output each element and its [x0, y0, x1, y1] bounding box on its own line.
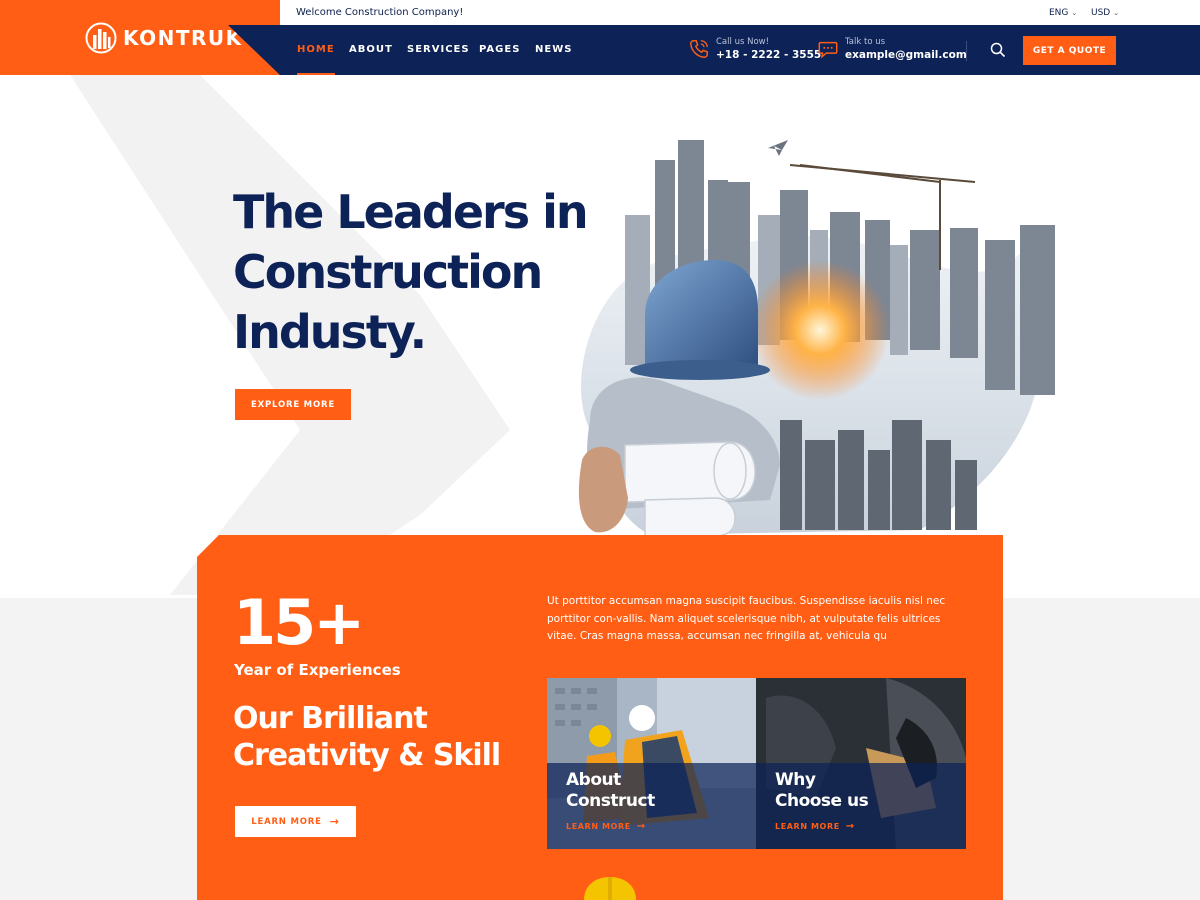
- card-learn-more-link[interactable]: LEARN MORE →: [775, 821, 855, 832]
- brand-name: KONTRUK: [123, 25, 243, 50]
- skill-title-line: Creativity & Skill: [233, 738, 501, 773]
- currency-value: USD: [1091, 7, 1111, 18]
- talk-label: Talk to us: [845, 37, 886, 47]
- card-link-label: LEARN MORE: [566, 822, 631, 831]
- call-contact[interactable]: Call us Now! +18 - 2222 - 3555: [688, 37, 821, 61]
- card-title: About Construct: [566, 770, 655, 812]
- card-title-line: Construct: [566, 791, 655, 811]
- card-link-label: LEARN MORE: [775, 822, 840, 831]
- call-number: +18 - 2222 - 3555: [716, 49, 822, 61]
- talk-contact[interactable]: Talk to us example@gmail.com: [817, 37, 967, 61]
- card-title: Why Choose us: [775, 770, 869, 812]
- language-selector[interactable]: ENG ⌄: [1049, 8, 1077, 18]
- hero-worker-city-image: [578, 140, 1055, 539]
- card-title-line: Why: [775, 770, 816, 790]
- about-construct-card[interactable]: About Construct LEARN MORE →: [547, 678, 757, 849]
- talk-email: example@gmail.com: [845, 49, 967, 61]
- nav-divider: [966, 41, 967, 61]
- language-value: ENG: [1049, 7, 1069, 18]
- card-learn-more-link[interactable]: LEARN MORE →: [566, 821, 646, 832]
- skill-title: Our Brilliant Creativity & Skill: [233, 700, 523, 774]
- skill-title-line: Our Brilliant: [233, 701, 428, 736]
- nav-news[interactable]: NEWS: [535, 25, 572, 75]
- intro-paragraph: Ut porttitor accumsan magna suscipit fau…: [547, 595, 946, 642]
- why-choose-us-card[interactable]: Why Choose us LEARN MORE →: [756, 678, 966, 849]
- search-icon[interactable]: [990, 42, 1006, 58]
- learn-more-button[interactable]: LEARN MORE →: [235, 806, 356, 837]
- get-quote-button[interactable]: GET A QUOTE: [1023, 36, 1116, 65]
- building-logo-icon: [85, 22, 117, 53]
- main-navbar: HOME ABOUT SERVICES PAGES NEWS Call us N…: [280, 25, 1200, 75]
- learn-more-label: LEARN MORE: [251, 816, 322, 827]
- explore-more-button[interactable]: EXPLORE MORE: [235, 389, 351, 420]
- topbar: Welcome Construction Company! ENG ⌄ USD ⌄: [280, 0, 1200, 25]
- chevron-down-icon: ⌄: [1113, 8, 1120, 17]
- call-label: Call us Now!: [716, 37, 770, 47]
- arrow-right-icon: →: [636, 821, 646, 832]
- nav-pages[interactable]: PAGES: [479, 25, 520, 75]
- chat-bubble-icon: [818, 41, 838, 59]
- currency-selector[interactable]: USD ⌄: [1091, 8, 1119, 18]
- logo-notch: [228, 25, 280, 75]
- chevron-down-icon: ⌄: [1071, 8, 1078, 17]
- nav-services[interactable]: SERVICES: [407, 25, 470, 75]
- hard-hat-icon: [584, 877, 636, 900]
- card-title-line: Choose us: [775, 791, 869, 811]
- nav-about[interactable]: ABOUT: [349, 25, 393, 75]
- experience-label: Year of Experiences: [234, 661, 401, 679]
- card-title-line: About: [566, 770, 621, 790]
- welcome-text: Welcome Construction Company!: [296, 7, 464, 18]
- arrow-right-icon: →: [845, 821, 855, 832]
- nav-home[interactable]: HOME: [297, 25, 335, 75]
- arrow-right-icon: →: [329, 815, 340, 828]
- phone-icon: [690, 40, 708, 58]
- experience-number: 15+: [233, 586, 365, 659]
